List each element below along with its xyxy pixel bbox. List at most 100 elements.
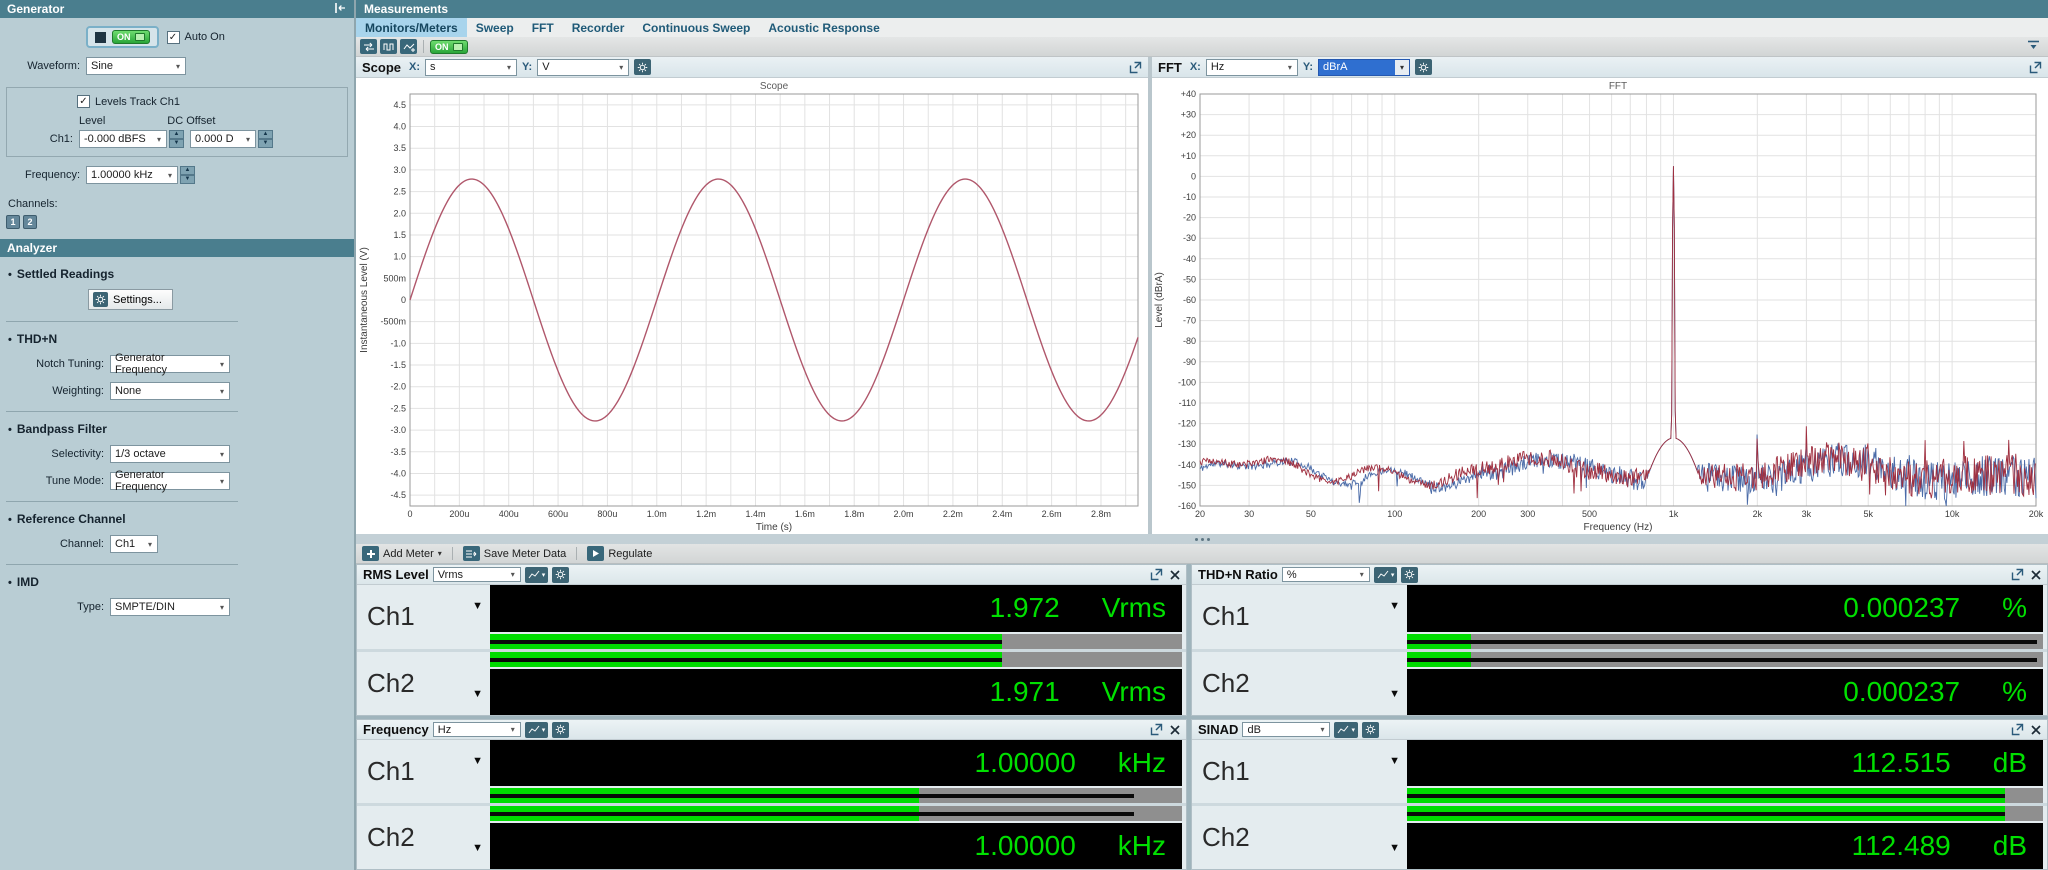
meter-view-mode-button[interactable]: ▾ — [524, 566, 549, 583]
scope-x-unit-select[interactable]: s ▾ — [425, 58, 518, 76]
scope-settings-button[interactable] — [634, 59, 652, 75]
regulate-button[interactable]: Regulate — [587, 546, 652, 561]
close-icon[interactable] — [2031, 724, 2041, 735]
popout-icon[interactable] — [1150, 568, 1163, 581]
chevron-down-icon: ▼ — [1389, 600, 1400, 612]
fft-x-unit-select[interactable]: Hz ▾ — [1205, 58, 1298, 76]
generator-panel-icon[interactable] — [380, 39, 397, 54]
selectivity-select[interactable]: 1/3 octave ▾ — [110, 445, 230, 463]
svg-text:5k: 5k — [1863, 509, 1873, 519]
waveform-select[interactable]: Sine ▾ — [86, 57, 186, 75]
meter-settings-button[interactable] — [552, 566, 570, 583]
scope-y-unit-select[interactable]: V ▾ — [537, 58, 630, 76]
tab-sweep[interactable]: Sweep — [467, 18, 523, 37]
meter-title: RMS Level — [363, 567, 429, 582]
tab-fft[interactable]: FFT — [523, 18, 563, 37]
generator-on-toggle[interactable]: ON — [86, 26, 159, 48]
add-meter-button[interactable]: Add Meter ▾ — [362, 546, 442, 561]
chevron-down-icon: ▼ — [472, 600, 483, 612]
popout-icon[interactable] — [1150, 723, 1163, 736]
close-icon[interactable] — [1170, 569, 1180, 580]
svg-text:4.5: 4.5 — [393, 100, 406, 110]
ch1-level-select[interactable]: -0.000 dBFS ▾ — [79, 130, 167, 148]
channel-selector[interactable]: Ch1 ▼ — [1192, 585, 1407, 649]
close-icon[interactable] — [1170, 724, 1180, 735]
horizontal-splitter[interactable] — [356, 534, 2048, 544]
svg-text:+20: +20 — [1181, 130, 1196, 140]
meter-settings-button[interactable] — [1361, 721, 1379, 738]
meter-unit-select[interactable]: Hz ▾ — [432, 722, 521, 737]
frequency-select[interactable]: 1.00000 kHz ▾ — [86, 166, 178, 184]
channel-selector[interactable]: Ch1 ▼ — [357, 585, 490, 649]
meter-view-mode-button[interactable]: ▾ — [524, 721, 549, 738]
svg-text:1.0m: 1.0m — [647, 509, 667, 519]
channel-selector[interactable]: Ch2 ▼ — [1192, 806, 1407, 869]
svg-text:-3.0: -3.0 — [390, 425, 406, 435]
channel-selector[interactable]: Ch1 ▼ — [1192, 740, 1407, 803]
scope-chart: 0 200u 400u 600u 800u 1.0m 1.2m 1.4m 1.6m 1.8m 2.0… — [356, 78, 1148, 534]
imd-type-select[interactable]: SMPTE/DIN ▾ — [110, 598, 230, 616]
channel-2-button[interactable]: 2 — [23, 215, 37, 229]
tab-recorder[interactable]: Recorder — [563, 18, 634, 37]
level-spinner[interactable]: ▲ ▼ — [169, 130, 184, 148]
chevron-down-icon: ▼ — [1389, 755, 1400, 767]
meter-frequency: Frequency Hz ▾ ▾ Ch1 ▼ 1.00000 kHz Ch2 ▼… — [356, 719, 1187, 870]
meter-header: Frequency Hz ▾ ▾ — [357, 720, 1186, 740]
dc-offset-spinner[interactable]: ▲ ▼ — [258, 130, 273, 148]
tab-continuous-sweep[interactable]: Continuous Sweep — [633, 18, 759, 37]
meter-unit-select[interactable]: dB ▾ — [1242, 722, 1331, 737]
meter-channel-row: Ch2 ▼ 1.971 Vrms — [357, 651, 1186, 716]
channel-1-button[interactable]: 1 — [6, 215, 20, 229]
svg-text:-3.5: -3.5 — [390, 447, 406, 457]
auto-on-checkbox[interactable]: ✓ — [166, 30, 180, 44]
svg-text:+40: +40 — [1181, 89, 1196, 99]
svg-text:500m: 500m — [383, 273, 406, 283]
analyzer-panel-icon[interactable] — [400, 39, 417, 54]
pin-icon[interactable] — [334, 2, 347, 17]
meter-channel-row: Ch2 ▼ 0.000237% — [1192, 651, 2047, 716]
levels-track-checkbox[interactable]: ✓ — [77, 95, 90, 108]
svg-text:1.0: 1.0 — [393, 252, 406, 262]
fft-panel-title: FFT — [1158, 59, 1182, 75]
collapse-panel-icon[interactable] — [2027, 38, 2040, 56]
channel-selector[interactable]: Ch1 ▼ — [357, 740, 490, 803]
meter-view-mode-button[interactable]: ▾ — [1373, 566, 1398, 583]
signal-path-icon[interactable] — [360, 39, 377, 54]
measurement-toolbar: ON — [356, 37, 2048, 57]
settings-button[interactable]: Settings... — [88, 289, 173, 310]
meter-view-mode-button[interactable]: ▾ — [1334, 721, 1358, 738]
svg-text:-20: -20 — [1183, 213, 1196, 223]
channel-selector[interactable]: Ch2 ▼ — [357, 806, 490, 869]
frequency-spinner[interactable]: ▲ ▼ — [180, 166, 195, 184]
tab-monitors-meters[interactable]: Monitors/Meters — [356, 18, 467, 37]
tab-acoustic-response[interactable]: Acoustic Response — [759, 18, 888, 37]
meter-settings-button[interactable] — [1401, 566, 1419, 583]
reference-channel-select[interactable]: Ch1 ▾ — [110, 535, 158, 553]
popout-icon[interactable] — [1129, 61, 1142, 74]
generator-on-toolbar-toggle[interactable]: ON — [430, 39, 468, 54]
meter-unit-select[interactable]: Vrms ▾ — [432, 567, 521, 582]
popout-icon[interactable] — [2011, 568, 2024, 581]
channel-selector[interactable]: Ch2 ▼ — [1192, 652, 1407, 716]
tune-mode-select[interactable]: Generator Frequency ▾ — [110, 469, 230, 493]
meter-display: 112.515 dB — [1407, 740, 2043, 786]
popout-icon[interactable] — [2029, 61, 2042, 74]
channel-selector[interactable]: Ch2 ▼ — [357, 652, 490, 716]
close-icon[interactable] — [2031, 569, 2041, 580]
sidebar: Generator ON ✓ Auto On Waveform: Sine ▾ ✓ — [0, 0, 356, 870]
svg-text:-40: -40 — [1183, 254, 1196, 264]
meter-settings-button[interactable] — [552, 721, 570, 738]
popout-icon[interactable] — [2011, 723, 2024, 736]
notch-tuning-select[interactable]: Generator Frequency ▾ — [110, 352, 230, 376]
dc-offset-select[interactable]: 0.000 D ▾ — [190, 130, 256, 148]
selectivity-label: Selectivity: — [51, 448, 104, 460]
charts-row: Scope X: s ▾ Y: V ▾ 0 200u 400u 600u 800u 1.0m 1… — [356, 57, 2048, 534]
meter-unit-select[interactable]: % ▾ — [1281, 567, 1370, 582]
weighting-select[interactable]: None ▾ — [110, 382, 230, 400]
fft-settings-button[interactable] — [1415, 59, 1433, 75]
svg-text:1.4m: 1.4m — [745, 509, 765, 519]
save-meter-data-button[interactable]: Save Meter Data — [462, 546, 566, 561]
fft-y-unit-select[interactable]: dBrA ▾ — [1318, 58, 1411, 76]
chevron-down-icon: ▼ — [472, 688, 483, 700]
meter-toolbar: Add Meter ▾ Save Meter Data Regulate — [356, 544, 2048, 564]
